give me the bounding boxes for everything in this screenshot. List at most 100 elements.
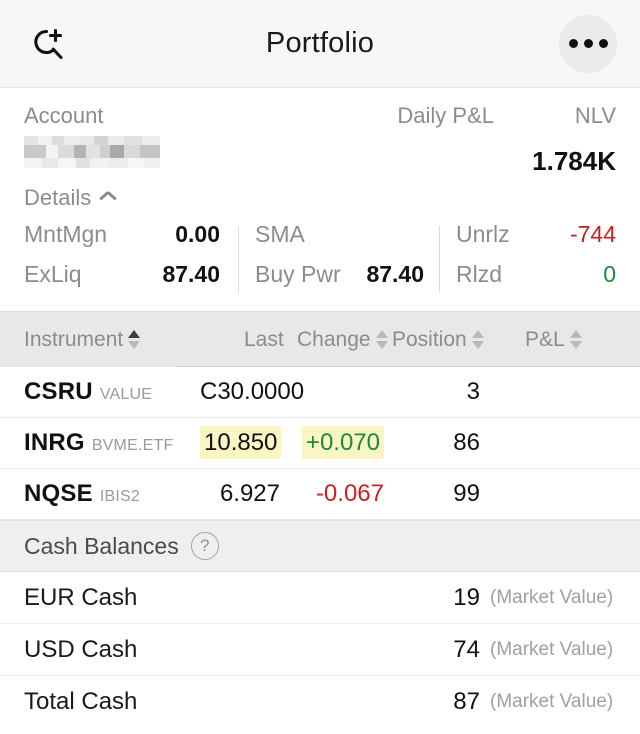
instrument-exchange: IBIS2 (99, 488, 140, 505)
detail-key: SMA (255, 221, 305, 247)
detail-value: 0 (603, 261, 616, 287)
instrument-symbol: CSRU (24, 378, 93, 405)
cash-note: (Market Value) (490, 691, 614, 712)
portfolio-screen: Portfolio Account Daily P&L NLV 1.784K D… (0, 0, 640, 734)
instrument-cell: NQSE IBIS2 (24, 480, 140, 508)
detail-row: MntMgn 0.00 (24, 221, 238, 261)
detail-key: Buy Pwr (255, 261, 341, 287)
list-item[interactable]: EUR Cash 19 (Market Value) (0, 572, 640, 624)
table-row[interactable]: INRG BVME.ETF 10.850 +0.070 86 (0, 418, 640, 469)
detail-value: 87.40 (162, 261, 220, 287)
details-toggle[interactable]: Details (24, 185, 616, 211)
detail-key: MntMgn (24, 221, 108, 247)
sort-ascending-icon (471, 330, 484, 338)
account-details-grid: MntMgn 0.00 ExLiq 87.40 SMA Buy Pwr 87.4… (0, 221, 640, 311)
table-row[interactable]: NQSE IBIS2 6.927 -0.067 99 (0, 469, 640, 520)
details-label: Details (24, 185, 92, 210)
detail-value: 0.00 (175, 221, 220, 247)
instrument-exchange: VALUE (99, 386, 153, 403)
detail-key: ExLiq (24, 261, 82, 287)
sort-arrows-icon[interactable] (375, 330, 388, 349)
cash-amount: 74 (453, 635, 480, 663)
chevron-up-icon (100, 194, 116, 203)
sort-descending-icon (375, 341, 388, 349)
instrument-symbol: NQSE (24, 480, 93, 507)
search-plus-icon[interactable] (24, 20, 72, 68)
last-price: C30.0000 (200, 378, 305, 405)
column-label: Instrument (24, 327, 124, 351)
column-header-change[interactable]: Change (297, 328, 388, 352)
nlv-value: 1.784K (532, 146, 616, 176)
account-summary: Account Daily P&L NLV 1.784K Details (0, 88, 640, 221)
column-header-last[interactable]: Last (244, 328, 284, 352)
detail-value: -744 (569, 221, 616, 247)
cash-balances-title: Cash Balances (24, 532, 179, 559)
dot (568, 39, 578, 48)
cash-balances-list: EUR Cash 19 (Market Value) USD Cash 74 (… (0, 572, 640, 728)
cash-amount: 19 (453, 583, 480, 611)
table-row[interactable]: CSRU VALUE C30.0000 3 (0, 367, 640, 418)
daily-pl-label: Daily P&L (397, 103, 494, 128)
cash-currency-label: Total Cash (24, 688, 138, 715)
detail-row: Unrlz -744 (456, 221, 616, 261)
app-header: Portfolio (0, 0, 640, 88)
details-group-margin: MntMgn 0.00 ExLiq 87.40 (24, 221, 238, 301)
last-price: 10.850 (200, 426, 282, 459)
sort-ascending-icon (375, 330, 388, 338)
dot (583, 39, 593, 48)
sort-ascending-icon (569, 330, 582, 338)
cash-currency-label: EUR Cash (24, 583, 138, 611)
last-price-highlight: 10.850 (200, 426, 282, 459)
dot (598, 39, 608, 48)
instrument-symbol: INRG (24, 429, 85, 456)
detail-value: 87.40 (366, 261, 424, 287)
nlv-label: NLV (574, 103, 616, 128)
more-horizontal-icon[interactable] (559, 14, 617, 73)
last-price: 6.927 (219, 480, 280, 507)
instrument-cell: INRG BVME.ETF (24, 429, 173, 457)
column-label: Position (392, 327, 467, 351)
cash-amount: 87 (453, 688, 480, 715)
account-label: Account (24, 103, 104, 128)
details-group-buying-power: SMA Buy Pwr 87.40 (238, 221, 439, 301)
sort-ascending-icon (128, 330, 141, 338)
change-value-highlight: +0.070 (301, 426, 384, 459)
detail-row: SMA (255, 221, 439, 261)
detail-row: ExLiq 87.40 (24, 261, 238, 301)
column-header-instrument[interactable]: Instrument (24, 327, 141, 352)
cash-currency-label: USD Cash (24, 635, 138, 663)
column-header-position[interactable]: Position (392, 328, 484, 352)
detail-row: Rlzd 0 (456, 261, 616, 301)
column-label: P&L (525, 327, 565, 351)
position-value: 99 (453, 480, 480, 507)
instrument-cell: CSRU VALUE (24, 378, 152, 406)
instrument-exchange: BVME.ETF (91, 437, 174, 454)
positions-table-header: Instrument Last Change Position P&L (0, 311, 640, 367)
detail-row: Buy Pwr 87.40 (255, 261, 439, 301)
sort-arrows-icon[interactable] (128, 330, 141, 349)
change-value: -0.067 (315, 480, 384, 507)
sort-descending-icon (471, 341, 484, 349)
sort-descending-icon (569, 341, 582, 349)
question-mark-circle-icon[interactable]: ? (190, 532, 219, 560)
page-title: Portfolio (265, 27, 375, 59)
positions-list: CSRU VALUE C30.0000 3 INRG BVME.ETF 10.8… (0, 367, 640, 520)
details-group-pnl: Unrlz -744 Rlzd 0 (439, 221, 616, 301)
column-header-pl[interactable]: P&L (525, 328, 582, 352)
list-item[interactable]: Total Cash 87 (Market Value) (0, 676, 640, 728)
sort-arrows-icon[interactable] (471, 330, 484, 349)
column-label: Last (244, 327, 284, 351)
change-value: +0.070 (296, 426, 384, 459)
cash-balances-header: Cash Balances ? (0, 520, 640, 572)
detail-key: Unrlz (456, 221, 510, 247)
list-item[interactable]: USD Cash 74 (Market Value) (0, 624, 640, 676)
detail-key: Rlzd (456, 261, 503, 287)
sort-arrows-icon[interactable] (569, 330, 582, 349)
cash-note: (Market Value) (490, 638, 614, 660)
sort-descending-icon (128, 341, 141, 349)
cash-note: (Market Value) (490, 586, 614, 608)
position-value: 3 (466, 378, 480, 405)
account-id-masked[interactable] (24, 136, 160, 168)
column-label: Change (297, 327, 371, 351)
position-value: 86 (453, 429, 480, 456)
